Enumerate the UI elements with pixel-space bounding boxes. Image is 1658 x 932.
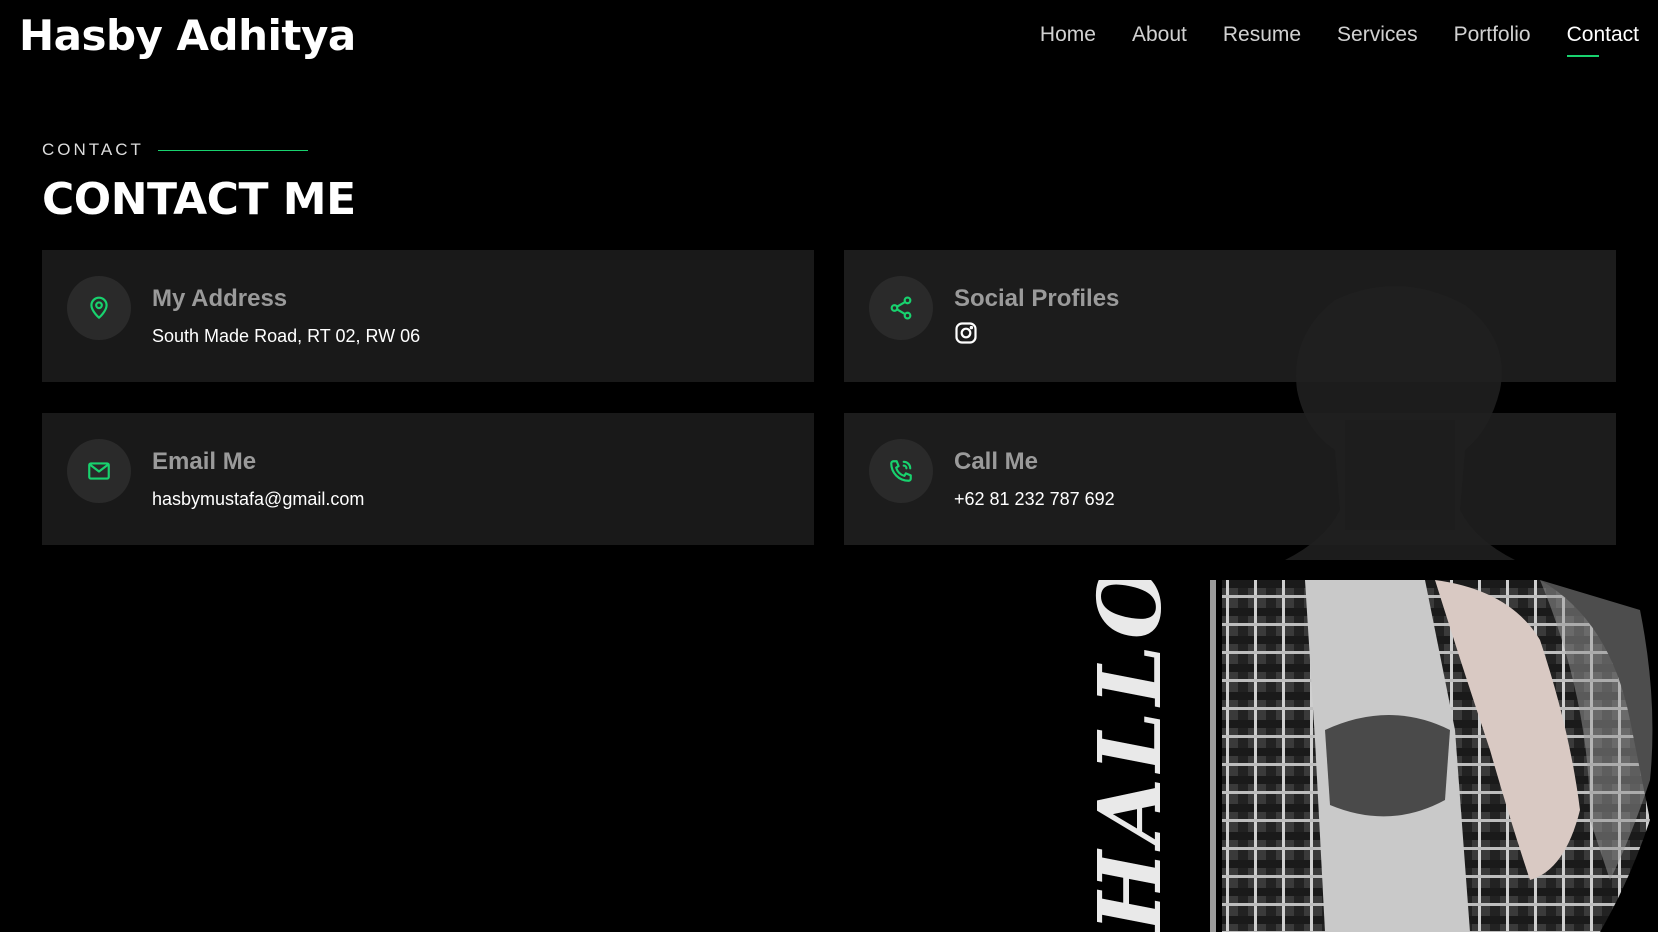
social-title: Social Profiles	[954, 285, 1120, 312]
nav-home[interactable]: Home	[1040, 17, 1096, 53]
section-title: CONTACT CONTACT ME	[42, 140, 356, 225]
profile-photo	[1210, 580, 1653, 932]
email-card: Email Me hasbymustafa@gmail.com	[42, 413, 814, 545]
header: Hasby Adhitya Home About Resume Services…	[0, 0, 1658, 70]
nav-portfolio[interactable]: Portfolio	[1454, 17, 1531, 53]
email-icon-wrap	[67, 439, 131, 503]
hallo-decor: HALLO	[1080, 580, 1181, 932]
nav-contact[interactable]: Contact	[1566, 17, 1639, 57]
map-pin-icon	[90, 296, 108, 319]
share-icon	[890, 296, 912, 320]
address-body: My Address South Made Road, RT 02, RW 06	[152, 276, 420, 347]
email-body: Email Me hasbymustafa@gmail.com	[152, 439, 364, 510]
instagram-icon	[955, 322, 977, 344]
nav-resume[interactable]: Resume	[1223, 17, 1301, 53]
call-text[interactable]: +62 81 232 787 692	[954, 489, 1115, 510]
address-icon-wrap	[67, 276, 131, 340]
call-body: Call Me +62 81 232 787 692	[954, 439, 1115, 510]
instagram-link[interactable]	[954, 321, 978, 349]
address-title: My Address	[152, 285, 288, 312]
site-logo[interactable]: Hasby Adhitya	[19, 11, 356, 60]
phone-icon	[890, 460, 912, 482]
address-text: South Made Road, RT 02, RW 06	[152, 326, 421, 346]
call-icon-wrap	[869, 439, 933, 503]
call-title: Call Me	[954, 448, 1039, 475]
email-text[interactable]: hasbymustafa@gmail.com	[152, 489, 364, 510]
address-card: My Address South Made Road, RT 02, RW 06	[42, 250, 814, 382]
social-card: Social Profiles	[844, 250, 1616, 382]
email-title: Email Me	[152, 448, 257, 475]
social-icon-wrap	[869, 276, 933, 340]
kicker-divider	[157, 149, 308, 151]
mail-icon	[88, 462, 110, 480]
nav-about[interactable]: About	[1132, 17, 1187, 53]
social-body: Social Profiles	[954, 276, 1119, 349]
call-card: Call Me +62 81 232 787 692	[844, 413, 1616, 545]
page: Hasby Adhitya Home About Resume Services…	[0, 0, 1658, 932]
page-title: CONTACT ME	[42, 174, 356, 225]
hallo-text: HALLO	[1080, 580, 1181, 932]
section-kicker: CONTACT	[42, 140, 356, 160]
nav-services[interactable]: Services	[1337, 17, 1418, 53]
main-nav: Home About Resume Services Portfolio Con…	[1040, 17, 1639, 57]
section-kicker-label: CONTACT	[42, 140, 144, 159]
